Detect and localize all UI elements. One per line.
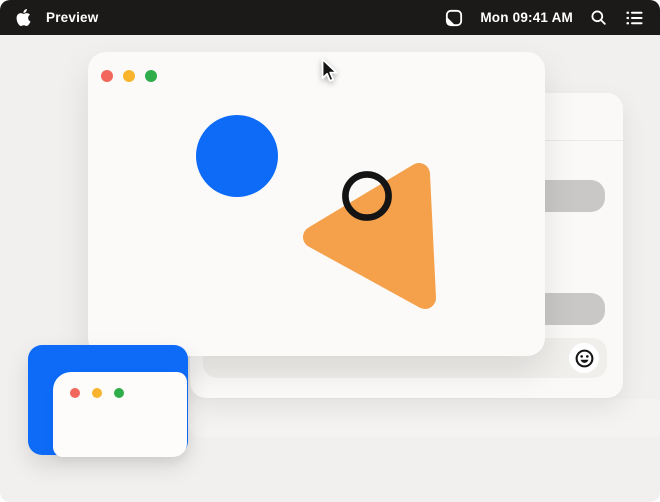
capture-icon[interactable] xyxy=(444,8,464,28)
close-button[interactable] xyxy=(70,388,80,398)
mini-window xyxy=(53,372,187,457)
minimize-button[interactable] xyxy=(92,388,102,398)
list-icon[interactable] xyxy=(624,8,644,28)
rear-sheet xyxy=(188,399,660,437)
main-window xyxy=(88,52,545,356)
zoom-button[interactable] xyxy=(114,388,124,398)
app-menu-title[interactable]: Preview xyxy=(46,10,98,25)
clock[interactable]: Mon 09:41 AM xyxy=(480,10,573,25)
menu-bar: Preview Mon 09:41 AM xyxy=(0,0,660,35)
apple-icon[interactable] xyxy=(16,9,31,26)
menu-bar-left: Preview xyxy=(16,9,98,26)
mini-traffic-lights xyxy=(70,388,124,398)
desktop: Preview Mon 09:41 AM xyxy=(0,0,660,502)
black-ring-shape xyxy=(88,52,545,356)
emoji-button[interactable] xyxy=(569,343,599,373)
menu-bar-status: Mon 09:41 AM xyxy=(444,8,644,28)
search-icon[interactable] xyxy=(589,8,608,27)
smiley-icon xyxy=(574,348,595,369)
